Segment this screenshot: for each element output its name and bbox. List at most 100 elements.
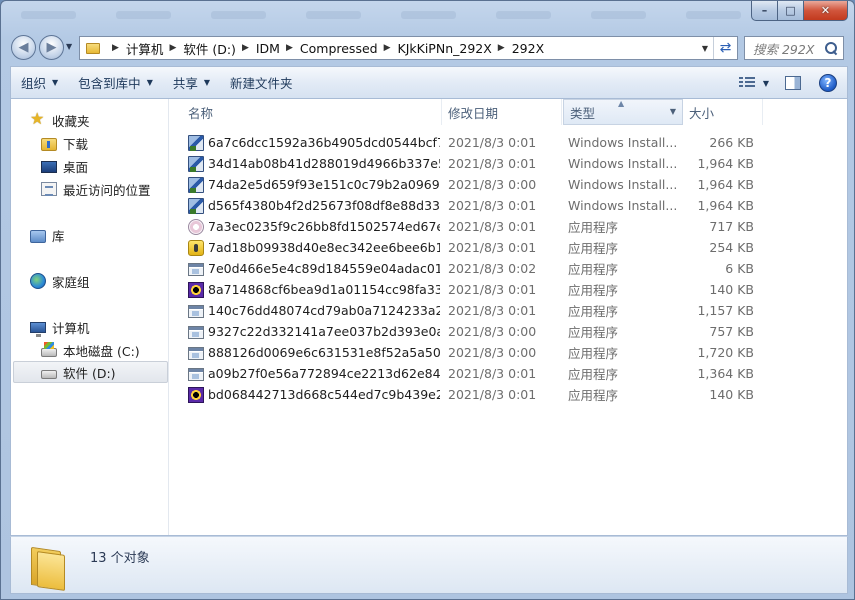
breadcrumb-292x[interactable]: 292X: [512, 41, 544, 56]
preview-pane-icon[interactable]: [785, 76, 801, 90]
nav-item-local-disk-c[interactable]: 本地磁盘 (C:): [11, 339, 169, 361]
file-row[interactable]: 34d14ab08b41d288019d4966b337e5... 2021/8/…: [188, 153, 768, 174]
column-header-date[interactable]: 修改日期: [442, 99, 562, 125]
breadcrumb-kjkkipnn[interactable]: KJkKiPNn_292X: [398, 41, 492, 56]
breadcrumb-drive-d[interactable]: 软件 (D:): [183, 39, 236, 58]
help-button[interactable]: ?: [819, 74, 837, 92]
file-name: 6a7c6dcc1592a36b4905dcd0544bcf7...: [208, 135, 440, 150]
window-app-icon: [188, 263, 204, 276]
nav-item-recent[interactable]: 最近访问的位置: [11, 178, 169, 200]
column-header-size[interactable]: 大小: [683, 99, 763, 125]
file-row[interactable]: 7ad18b09938d40e8ec342ee6bee6b1... 2021/8/…: [188, 237, 768, 258]
file-size: 757 KB: [709, 324, 754, 339]
include-library-label: 包含到库中: [78, 76, 141, 91]
breadcrumb: ▶ 计算机 ▶ 软件 (D:) ▶ IDM ▶ Compressed ▶ KJk…: [106, 39, 544, 58]
file-row[interactable]: 6a7c6dcc1592a36b4905dcd0544bcf7... 2021/8…: [188, 132, 768, 153]
title-bar[interactable]: – □ ✕: [1, 1, 854, 31]
file-type: 应用程序: [568, 220, 619, 235]
column-header-type[interactable]: ▲ 类型 ▼: [563, 99, 683, 125]
downloads-folder-icon: [41, 137, 57, 151]
nav-item-downloads[interactable]: 下载: [11, 132, 169, 154]
file-row[interactable]: bd068442713d668c544ed7c9b439e2... 2021/8/…: [188, 384, 768, 405]
file-row[interactable]: 8a714868cf6bea9d1a01154cc98fa33a... 2021/…: [188, 279, 768, 300]
file-type: Windows Install...: [568, 198, 678, 213]
nav-item-favorites[interactable]: 收藏夹: [11, 109, 169, 131]
include-library-button[interactable]: 包含到库中 ▼: [68, 67, 163, 99]
back-button[interactable]: ◀: [11, 35, 36, 60]
address-history-dropdown[interactable]: ▼: [697, 44, 713, 53]
file-date: 2021/8/3 0:01: [448, 303, 537, 318]
close-button[interactable]: ✕: [804, 1, 848, 21]
breadcrumb-computer[interactable]: 计算机: [126, 39, 164, 58]
share-button[interactable]: 共享 ▼: [163, 67, 220, 99]
recent-pages-dropdown[interactable]: ▼: [66, 42, 72, 51]
msi-icon: [188, 177, 204, 193]
file-row[interactable]: d565f4380b4f2d25673f08df8e88d331... 2021/…: [188, 195, 768, 216]
chevron-down-icon[interactable]: ▼: [670, 107, 676, 116]
search-placeholder: 搜索 292X: [753, 41, 815, 57]
file-type: 应用程序: [568, 304, 619, 319]
window-app-icon: [188, 347, 204, 360]
file-size: 1,720 KB: [697, 345, 754, 360]
file-row[interactable]: 7a3ec0235f9c26bb8fd1502574ed67e... 2021/8…: [188, 216, 768, 237]
refresh-button[interactable]: ⇄: [713, 37, 737, 59]
search-input[interactable]: 搜索 292X: [744, 36, 844, 60]
file-date: 2021/8/3 0:01: [448, 366, 537, 381]
chevron-right-icon[interactable]: ▶: [169, 43, 176, 53]
nav-item-drive-d[interactable]: 软件 (D:): [13, 361, 168, 383]
file-name: 8a714868cf6bea9d1a01154cc98fa33a...: [208, 282, 440, 297]
view-dropdown[interactable]: ▼: [763, 79, 769, 88]
file-row[interactable]: 888126d0069e6c631531e8f52a5a50a... 2021/8…: [188, 342, 768, 363]
file-name: a09b27f0e56a772894ce2213d62e841...: [208, 366, 440, 381]
chevron-right-icon[interactable]: ▶: [384, 43, 391, 53]
yellow-app-icon: [188, 240, 204, 256]
file-type: Windows Install...: [568, 177, 678, 192]
purple-app-icon: [188, 387, 204, 403]
address-bar[interactable]: ▶ 计算机 ▶ 软件 (D:) ▶ IDM ▶ Compressed ▶ KJk…: [79, 36, 738, 60]
file-size: 266 KB: [709, 135, 754, 150]
msi-icon: [188, 156, 204, 172]
minimize-button[interactable]: –: [751, 1, 778, 21]
search-icon[interactable]: [825, 42, 837, 54]
forward-button[interactable]: ▶: [39, 35, 64, 60]
file-date: 2021/8/3 0:01: [448, 240, 537, 255]
file-name: 7e0d466e5e4c89d184559e04adac01...: [208, 261, 440, 276]
msi-icon: [188, 135, 204, 151]
chevron-right-icon[interactable]: ▶: [112, 43, 119, 53]
view-options-icon[interactable]: [738, 77, 755, 89]
file-row[interactable]: a09b27f0e56a772894ce2213d62e841... 2021/8…: [188, 363, 768, 384]
maximize-button[interactable]: □: [778, 1, 804, 21]
file-date: 2021/8/3 0:00: [448, 345, 537, 360]
file-row[interactable]: 7e0d466e5e4c89d184559e04adac01... 2021/8/…: [188, 258, 768, 279]
breadcrumb-compressed[interactable]: Compressed: [300, 41, 378, 56]
command-bar-right: ▼ ?: [738, 67, 847, 99]
chevron-right-icon[interactable]: ▶: [498, 43, 505, 53]
breadcrumb-idm[interactable]: IDM: [256, 41, 280, 56]
file-size: 1,964 KB: [697, 177, 754, 192]
chevron-right-icon[interactable]: ▶: [242, 43, 249, 53]
file-date: 2021/8/3 0:00: [448, 177, 537, 192]
file-row[interactable]: 140c76dd48074cd79ab0a7124233a2... 2021/8/…: [188, 300, 768, 321]
new-folder-label: 新建文件夹: [230, 76, 293, 91]
chevron-right-icon[interactable]: ▶: [286, 43, 293, 53]
column-header-name[interactable]: 名称: [170, 99, 442, 125]
nav-item-homegroup[interactable]: 家庭组: [11, 270, 169, 292]
new-folder-button[interactable]: 新建文件夹: [220, 67, 303, 99]
nav-item-computer[interactable]: 计算机: [11, 316, 169, 338]
command-bar: 组织 ▼ 包含到库中 ▼ 共享 ▼ 新建文件夹 ▼ ?: [10, 66, 848, 98]
nav-label: 最近访问的位置: [63, 182, 151, 198]
file-row[interactable]: 74da2e5d659f93e151c0c79b2a09691... 2021/8…: [188, 174, 768, 195]
file-row[interactable]: 9327c22d332141a7ee037b2d393e0a... 2021/8/…: [188, 321, 768, 342]
nav-item-libraries[interactable]: 库: [11, 224, 169, 246]
nav-label: 软件 (D:): [63, 365, 116, 381]
library-icon: [30, 229, 46, 243]
file-size: 1,364 KB: [697, 366, 754, 381]
file-size: 254 KB: [709, 240, 754, 255]
file-type: 应用程序: [568, 241, 619, 256]
item-count: 13 个对象: [90, 551, 150, 566]
nav-label: 家庭组: [52, 274, 90, 290]
nav-item-desktop[interactable]: 桌面: [11, 155, 169, 177]
system-drive-icon: [41, 342, 57, 357]
chevron-down-icon: ▼: [203, 78, 211, 87]
organize-button[interactable]: 组织 ▼: [11, 67, 68, 99]
